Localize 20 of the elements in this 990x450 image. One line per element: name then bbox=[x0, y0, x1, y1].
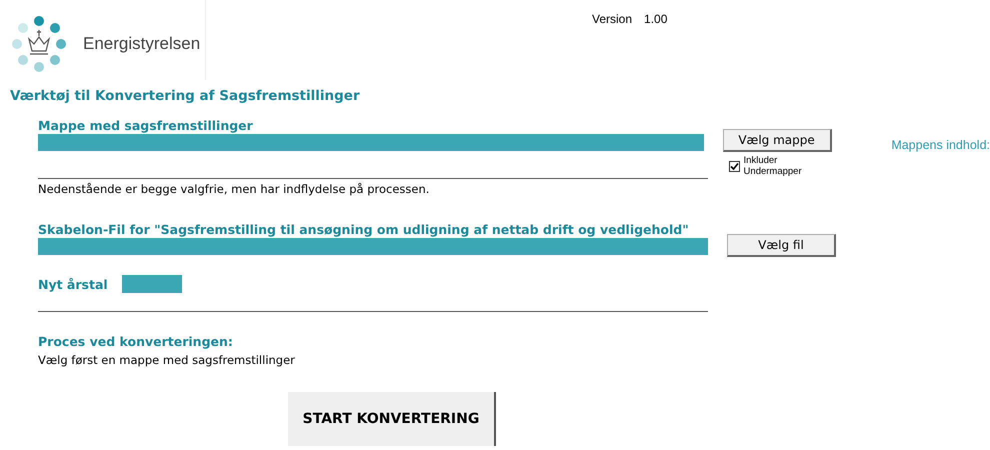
year-label: Nyt årstal bbox=[38, 276, 108, 292]
choose-folder-button[interactable]: Vælg mappe bbox=[722, 129, 832, 152]
section-label: Skabelon-Fil for "Sagsfremstilling til ansøgning om udligning af nettab drift og vedligehold" bbox=[38, 222, 690, 237]
folder-contents-label: Mappens indhold: bbox=[891, 138, 990, 152]
start-button[interactable]: START KONVERTERING bbox=[288, 392, 496, 446]
folder-field[interactable] bbox=[38, 134, 704, 151]
choose-file-button[interactable]: Vælg fil bbox=[727, 234, 836, 257]
version-value: 1.00 bbox=[644, 12, 668, 28]
logo-text: Energistyrelsen bbox=[83, 34, 200, 54]
checkbox[interactable] bbox=[728, 160, 740, 172]
section-label: Mappe med sagsfremstillinger bbox=[38, 118, 254, 133]
note-text: Nedenstående er begge valgfrie, men har indflydelse på processen. bbox=[38, 182, 430, 196]
logo-icon bbox=[9, 13, 69, 75]
version-label: Version bbox=[592, 12, 632, 28]
process-message: Vælg først en mappe med sagsfremstillinger bbox=[38, 353, 296, 367]
template-field[interactable] bbox=[38, 238, 708, 255]
year-field[interactable] bbox=[122, 275, 182, 293]
checkbox-label: Inkluder Undermapper bbox=[744, 155, 803, 177]
section-label: Proces ved konverteringen: bbox=[38, 334, 234, 349]
page-title: Værktøj til Konvertering af Sagsfremstillinger bbox=[10, 88, 361, 104]
